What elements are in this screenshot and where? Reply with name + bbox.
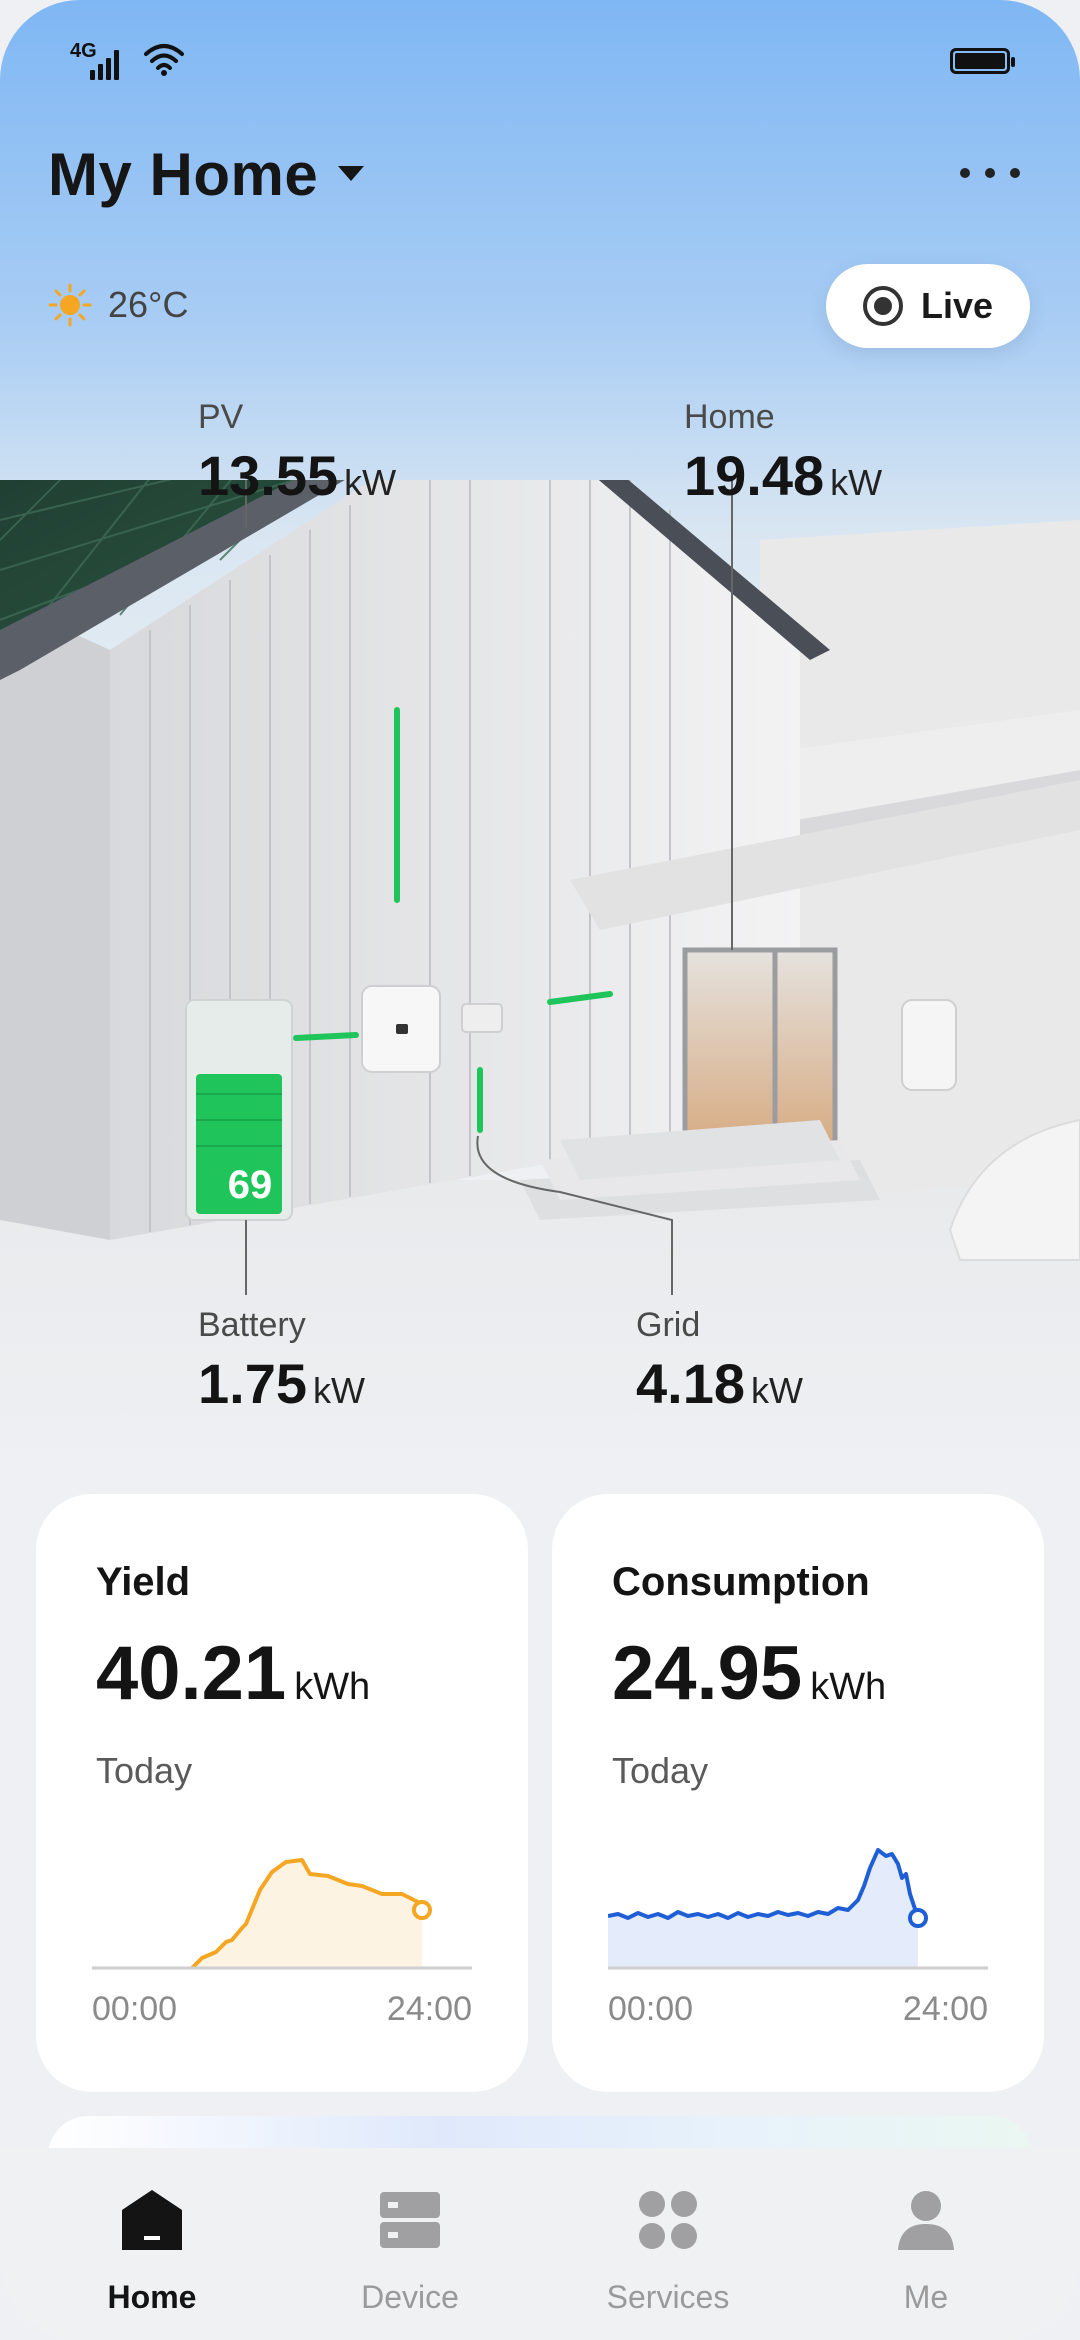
pv-unit: kW: [344, 462, 397, 503]
home-icon: [122, 2190, 182, 2250]
consumption-end-time: 24:00: [902, 1990, 988, 2028]
tab-home-label: Home: [107, 2279, 197, 2315]
bottom-tab-bar: Home Device Services Me: [0, 2148, 1080, 2340]
page-title: My Home: [48, 141, 319, 208]
pv-value: 13.55: [198, 444, 339, 507]
pv-label: PV: [198, 398, 244, 436]
chevron-down-icon: [338, 165, 365, 181]
yield-value: 40.21: [96, 1631, 287, 1716]
tab-me[interactable]: Me: [826, 2188, 1026, 2316]
app-screen: 4G My Home 26°C Live 69 PV 13.55 kW Home…: [0, 0, 1080, 2340]
consumption-unit: kWh: [810, 1666, 887, 1708]
battery-value: 1.75: [198, 1352, 307, 1415]
person-icon: [898, 2191, 954, 2250]
tab-home[interactable]: Home: [52, 2188, 252, 2316]
yield-unit: kWh: [294, 1666, 371, 1708]
status-bar: 4G: [70, 40, 1015, 80]
consumption-card[interactable]: Consumption 24.95 kWh Today 00:00 24:00: [552, 1494, 1044, 2092]
battery-status-icon: [950, 48, 1015, 74]
more-dots-icon[interactable]: [960, 168, 1020, 182]
tab-device-label: Device: [361, 2279, 459, 2315]
consumption-sparkline: [608, 1848, 988, 1970]
grid-metric[interactable]: Grid 4.18 kW: [636, 1306, 803, 1416]
home-label: Home: [684, 398, 775, 436]
yield-start-time: 00:00: [92, 1990, 178, 2028]
battery-label: Battery: [198, 1306, 306, 1344]
house-illustration: 69: [0, 480, 1080, 1295]
yield-title: Yield: [96, 1560, 191, 1604]
wifi-icon: [144, 44, 184, 76]
live-record-icon: [862, 286, 903, 326]
home-unit: kW: [830, 462, 883, 503]
tab-me-label: Me: [903, 2279, 949, 2315]
battery-soc: 69: [228, 1163, 273, 1207]
yield-period: Today: [96, 1750, 193, 1791]
tab-services[interactable]: Services: [568, 2188, 768, 2316]
grid-value: 4.18: [636, 1352, 745, 1415]
home-selector[interactable]: My Home: [48, 141, 365, 208]
consumption-period: Today: [612, 1750, 709, 1791]
weather: 26°C: [48, 280, 188, 330]
battery-metric[interactable]: Battery 1.75 kW: [198, 1306, 365, 1416]
pv-metric[interactable]: PV 13.55 kW: [198, 398, 396, 508]
yield-card[interactable]: Yield 40.21 kWh Today 00:00 24:00: [36, 1494, 528, 2092]
consumption-value: 24.95: [612, 1631, 803, 1716]
header: My Home: [48, 140, 1032, 230]
temperature: 26°C: [108, 284, 189, 325]
grid-label: Grid: [636, 1306, 701, 1344]
battery-unit: kW: [313, 1370, 365, 1411]
consumption-start-time: 00:00: [608, 1990, 694, 2028]
grid-unit: kW: [751, 1370, 803, 1411]
sun-icon: [48, 283, 92, 327]
device-icon: [380, 2192, 440, 2248]
consumption-title: Consumption: [612, 1560, 870, 1604]
tab-services-label: Services: [606, 2279, 730, 2315]
yield-end-time: 24:00: [386, 1990, 472, 2028]
home-value: 19.48: [684, 444, 825, 507]
yield-sparkline: [92, 1858, 472, 1970]
live-label: Live: [920, 285, 994, 326]
signal-icon: [90, 46, 130, 80]
live-button[interactable]: Live: [826, 264, 1030, 348]
tab-device[interactable]: Device: [310, 2188, 510, 2316]
services-icon: [639, 2191, 697, 2249]
home-metric[interactable]: Home 19.48 kW: [684, 398, 882, 508]
